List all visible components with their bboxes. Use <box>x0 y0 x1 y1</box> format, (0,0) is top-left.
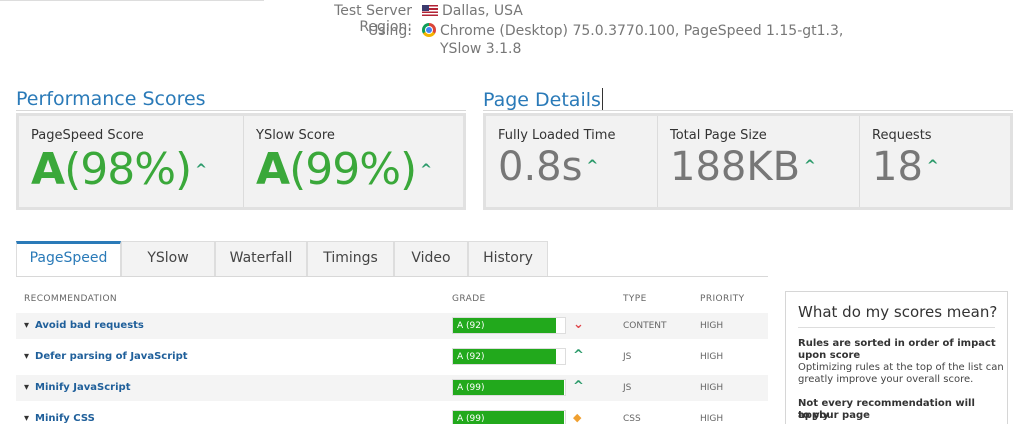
total-page-size-label: Total Page Size <box>670 128 767 143</box>
fully-loaded-time-cell: Fully Loaded Time 0.8s ^ <box>486 116 658 207</box>
recommendation-type: JS <box>623 383 632 393</box>
using-row: Using: Chrome (Desktop) 75.0.3770.100, P… <box>0 23 1024 59</box>
using-value-wrap: Chrome (Desktop) 75.0.3770.100, PageSpee… <box>422 23 843 39</box>
page-details-title: Page Details <box>483 88 603 111</box>
performance-scores-title: Performance Scores <box>16 88 206 110</box>
text-cursor <box>601 88 603 110</box>
requests-value: 18 ^ <box>872 144 939 190</box>
yslow-grade-letter: A <box>256 144 290 195</box>
using-label: Using: <box>368 23 412 39</box>
scores-explanation-rule <box>798 327 995 328</box>
grade-bar-label: A (99) <box>457 383 485 393</box>
scores-explanation-box: What do my scores mean? Rules are sorted… <box>785 291 1008 424</box>
grade-bar: A (92) <box>452 317 566 334</box>
rules-sorted-text-line2: greatly improve your overall score. <box>798 374 974 385</box>
tab-yslow[interactable]: YSlow <box>121 241 215 276</box>
top-divider <box>0 0 264 1</box>
scores-explanation-title: What do my scores mean? <box>798 303 998 321</box>
col-header-priority: PRIORITY <box>700 294 745 304</box>
recommendation-priority: HIGH <box>700 383 724 393</box>
yslow-score-label: YSlow Score <box>256 128 335 143</box>
test-region-value-wrap: Dallas, USA <box>422 3 523 19</box>
recommendation-title[interactable]: Minify JavaScript <box>24 382 130 393</box>
not-every-heading-line2: to your page <box>798 410 870 421</box>
col-header-recommendation: RECOMMENDATION <box>24 294 118 304</box>
caret-up-icon: ^ <box>804 158 816 174</box>
test-region-row: Test Server Region: Dallas, USA <box>0 3 1024 35</box>
test-region-value: Dallas, USA <box>442 3 523 19</box>
grade-bar-label: A (99) <box>457 414 485 424</box>
caret-up-icon: ^ <box>586 158 599 174</box>
pagespeed-score-label: PageSpeed Score <box>31 128 144 143</box>
yslow-grade-percent: (99%) <box>289 144 417 195</box>
tab-video[interactable]: Video <box>394 241 468 276</box>
rules-sorted-text-line1: Optimizing rules at the top of the list … <box>798 362 1004 373</box>
caret-up-icon: ^ <box>420 162 432 178</box>
page-details-title-text: Page Details <box>483 89 601 111</box>
total-page-size-number: 188KB <box>670 144 801 190</box>
details-title-rule <box>483 110 1013 111</box>
tabs-bottom-rule <box>16 276 768 277</box>
total-page-size-cell: Total Page Size 188KB ^ <box>658 116 860 207</box>
recommendation-priority: HIGH <box>700 321 724 331</box>
table-row[interactable]: Defer parsing of JavaScript A (92) ^ JS HIGH <box>16 344 768 370</box>
caret-up-icon: ^ <box>926 158 939 174</box>
fully-loaded-time-value: 0.8s ^ <box>498 144 598 190</box>
grade-bar-label: A (92) <box>457 321 485 331</box>
us-flag-icon <box>422 5 438 16</box>
performance-title-rule <box>16 110 466 111</box>
caret-up-icon: ^ <box>195 162 207 178</box>
grade-bar: A (92) <box>452 348 566 365</box>
yslow-score-cell: YSlow Score A(99%) ^ <box>244 116 463 207</box>
table-row[interactable]: Avoid bad requests A (92) ⌄ CONTENT HIGH <box>16 313 768 339</box>
trend-down-icon: ⌄ <box>573 317 584 332</box>
total-page-size-value: 188KB ^ <box>670 144 816 190</box>
grade-bar: A (99) <box>452 410 566 424</box>
recommendation-title[interactable]: Defer parsing of JavaScript <box>24 351 187 362</box>
pagespeed-grade-percent: (98%) <box>64 144 192 195</box>
tab-waterfall[interactable]: Waterfall <box>215 241 307 276</box>
fully-loaded-time-number: 0.8s <box>498 144 583 190</box>
tab-pagespeed[interactable]: PageSpeed <box>16 241 121 277</box>
pagespeed-grade-letter: A <box>31 144 65 195</box>
recommendation-priority: HIGH <box>700 414 724 424</box>
grade-bar: A (99) <box>452 379 566 396</box>
table-row[interactable]: Minify JavaScript A (99) ^ JS HIGH <box>16 375 768 401</box>
trend-neutral-icon: ◆ <box>573 411 582 424</box>
pagespeed-score-cell: PageSpeed Score A(98%) ^ <box>19 116 244 207</box>
fully-loaded-time-label: Fully Loaded Time <box>498 128 616 143</box>
recommendation-title[interactable]: Minify CSS <box>24 413 95 424</box>
table-row[interactable]: Minify CSS A (99) ◆ CSS HIGH <box>16 406 768 424</box>
page-details-panel: Fully Loaded Time 0.8s ^ Total Page Size … <box>483 113 1013 210</box>
tab-timings[interactable]: Timings <box>307 241 394 276</box>
col-header-type: TYPE <box>623 294 647 304</box>
col-header-grade: GRADE <box>452 294 486 304</box>
pagespeed-score-grade: A(98%) ^ <box>31 144 207 195</box>
trend-up-icon: ^ <box>573 379 584 394</box>
chrome-icon <box>422 23 436 37</box>
yslow-score-grade: A(99%) ^ <box>256 144 432 195</box>
using-value-line2: YSlow 3.1.8 <box>440 41 522 57</box>
requests-number: 18 <box>872 144 923 190</box>
recommendation-priority: HIGH <box>700 352 724 362</box>
requests-cell: Requests 18 ^ <box>860 116 1010 207</box>
tab-history[interactable]: History <box>468 241 548 276</box>
recommendation-type: CONTENT <box>623 321 667 331</box>
using-value-line1: Chrome (Desktop) 75.0.3770.100, PageSpee… <box>440 23 844 39</box>
performance-scores-panel: PageSpeed Score A(98%) ^ YSlow Score A(99… <box>16 113 466 210</box>
requests-label: Requests <box>872 128 932 143</box>
grade-bar-label: A (92) <box>457 352 485 362</box>
recommendation-type: JS <box>623 352 632 362</box>
recommendation-type: CSS <box>623 414 641 424</box>
rules-sorted-heading-line1: Rules are sorted in order of impact <box>798 338 996 349</box>
recommendation-title[interactable]: Avoid bad requests <box>24 320 144 331</box>
trend-up-icon: ^ <box>573 348 584 363</box>
rules-sorted-heading-line2: upon score <box>798 350 861 361</box>
